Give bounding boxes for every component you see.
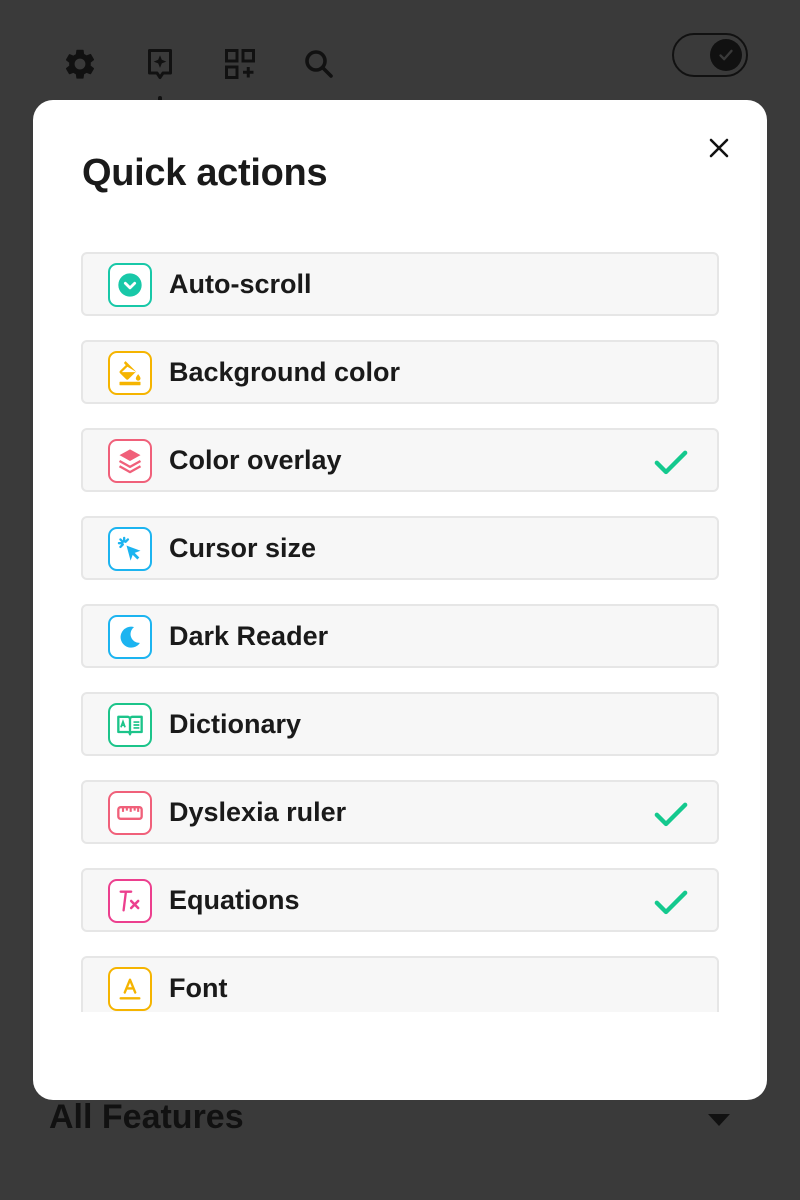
quick-action-dictionary[interactable]: Dictionary: [81, 692, 719, 756]
checkmark-icon: [651, 882, 691, 922]
quick-action-label: Font: [169, 973, 228, 1003]
quick-action-color-overlay[interactable]: Color overlay: [81, 428, 719, 492]
gear-icon[interactable]: [60, 44, 100, 84]
chevron-down-circle-icon: [108, 263, 152, 307]
quick-action-label: Dictionary: [169, 709, 302, 739]
font-icon: [108, 967, 152, 1011]
book-icon: [108, 703, 152, 747]
quick-action-auto-scroll[interactable]: Auto-scroll: [81, 252, 719, 316]
quick-actions-dialog: Quick actions Auto-scroll Background colo…: [33, 100, 767, 1100]
quick-action-dark-reader[interactable]: Dark Reader: [81, 604, 719, 668]
paint-bucket-icon: [108, 351, 152, 395]
toolbar: [0, 0, 800, 102]
quick-action-label: Dark Reader: [169, 621, 329, 651]
grid-add-icon[interactable]: [220, 44, 260, 84]
quick-action-cursor-size[interactable]: Cursor size: [81, 516, 719, 580]
sparkle-bookmark-icon[interactable]: [140, 44, 180, 84]
quick-action-label: Background color: [169, 357, 401, 387]
function-icon: [108, 879, 152, 923]
dialog-title: Quick actions: [82, 152, 328, 194]
toggle-check-icon: [710, 39, 742, 71]
close-icon: [709, 138, 729, 158]
moon-icon: [108, 615, 152, 659]
quick-action-label: Auto-scroll: [169, 269, 312, 299]
quick-action-font[interactable]: Font: [81, 956, 719, 1012]
checkmark-icon: [651, 794, 691, 834]
quick-actions-list[interactable]: Auto-scroll Background color Color overlay…: [81, 252, 721, 1012]
quick-action-label: Cursor size: [169, 533, 317, 563]
caret-down-icon[interactable]: [708, 1114, 730, 1126]
quick-action-label: Equations: [169, 885, 300, 915]
checkmark-icon: [651, 442, 691, 482]
quick-action-dyslexia-ruler[interactable]: Dyslexia ruler: [81, 780, 719, 844]
cursor-click-icon: [108, 527, 152, 571]
quick-action-label: Color overlay: [169, 445, 342, 475]
layers-icon: [108, 439, 152, 483]
all-features-heading: All Features: [49, 1098, 244, 1136]
quick-action-label: Dyslexia ruler: [169, 797, 347, 827]
quick-action-equations[interactable]: Equations: [81, 868, 719, 932]
ruler-icon: [108, 791, 152, 835]
search-icon[interactable]: [299, 44, 339, 84]
close-button[interactable]: [701, 130, 737, 166]
master-toggle[interactable]: [672, 33, 748, 77]
quick-action-background-color[interactable]: Background color: [81, 340, 719, 404]
